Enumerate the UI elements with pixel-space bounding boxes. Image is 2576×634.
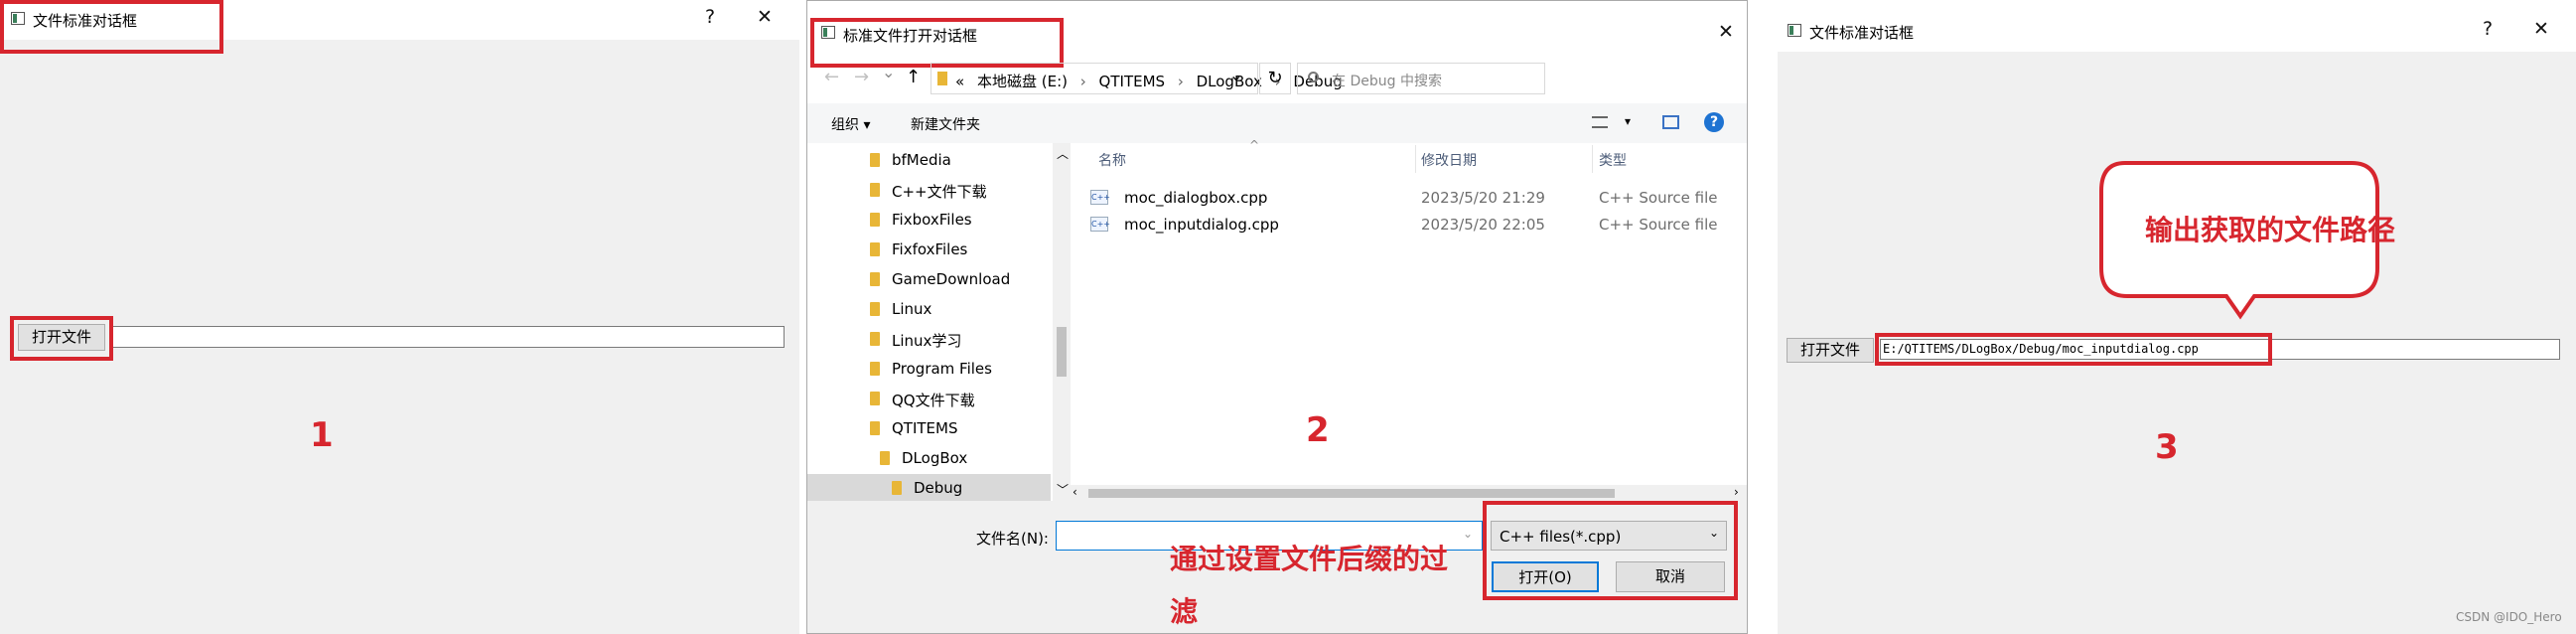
nav-item-bfmedia[interactable]: bfMedia [892,151,951,169]
scroll-right-icon[interactable]: › [1734,485,1739,499]
scroll-up-icon[interactable]: ︿ [1057,145,1069,162]
file-name[interactable]: moc_inputdialog.cpp [1124,216,1279,234]
column-divider [1592,145,1593,173]
nav-item-qq-downloads[interactable]: QQ文件下载 [892,390,975,410]
title-highlight-box [810,18,1064,68]
folder-icon [937,72,947,85]
search-placeholder: 在 Debug 中搜索 [1332,74,1442,89]
forward-button[interactable]: → [854,67,869,87]
file-date: 2023/5/20 21:29 [1421,189,1545,207]
file-list-hscrollbar[interactable]: ‹ › [1071,485,1747,501]
step-number-3: 3 [2155,427,2179,467]
panel3-titlebar: 文件标准对话框 ? ✕ [1778,0,2576,52]
folder-icon [870,183,880,197]
folder-icon [880,451,890,465]
search-icon [1308,72,1319,82]
nav-item-debug[interactable]: Debug [914,479,962,497]
title-highlight-box [0,0,223,54]
file-type: C++ Source file [1599,189,1718,207]
scrollbar-thumb[interactable] [1057,327,1067,377]
nav-pane-scrollbar[interactable]: ︿ ﹀ [1053,143,1071,501]
nav-item-program-files[interactable]: Program Files [892,360,992,378]
close-button[interactable]: ✕ [750,6,780,28]
panel1-window: 文件标准对话框 ? ✕ 打开文件 1 [0,0,799,634]
folder-icon [870,272,880,286]
navigation-pane[interactable]: bfMedia C++文件下载 FixboxFiles FixfoxFiles … [807,143,1071,501]
cpp-file-icon: C++ [1090,190,1110,205]
step-number-1: 1 [310,415,334,455]
help-icon[interactable]: ? [1704,112,1724,132]
new-folder-button[interactable]: 新建文件夹 [911,114,980,134]
folder-icon [892,481,902,495]
filename-dropdown-icon[interactable]: ⌄ [1463,527,1473,541]
folder-icon [870,302,880,316]
filter-highlight-box [1483,501,1738,600]
callout-text: 输出获取的文件路径 [2145,214,2396,246]
breadcrumb-drive[interactable]: 本地磁盘 (E:) [977,73,1068,90]
breadcrumb-overflow[interactable]: « [955,73,964,90]
file-date: 2023/5/20 22:05 [1421,216,1545,234]
toolbar: 组织 ▾ 新建文件夹 ▾ ? [807,103,1747,143]
step-number-2: 2 [1306,410,1330,450]
folder-icon [870,392,880,405]
scroll-left-icon[interactable]: ‹ [1073,485,1077,499]
watermark: CSDN @IDO_Hero [2456,610,2562,624]
panel3-title: 文件标准对话框 [1809,24,1915,42]
address-dropdown-icon[interactable]: ⌄ [1229,66,1242,84]
nav-item-fixboxfiles[interactable]: FixboxFiles [892,211,972,229]
app-window-icon [1788,24,1801,37]
refresh-button[interactable]: ↻ [1259,63,1291,94]
folder-icon [870,153,880,167]
sort-indicator-icon: ^ [1249,138,1260,152]
cpp-file-icon: C++ [1090,217,1110,232]
column-type[interactable]: 类型 [1599,150,1627,170]
back-button[interactable]: ← [824,67,839,87]
annotation-filter-line1: 通过设置文件后缀的过 [1170,543,1449,575]
column-date[interactable]: 修改日期 [1421,150,1477,170]
scroll-down-icon[interactable]: ﹀ [1057,481,1069,498]
breadcrumb-separator: › [1079,73,1086,90]
view-dropdown-arrow[interactable]: ▾ [1625,114,1631,128]
file-type: C++ Source file [1599,216,1718,234]
search-box[interactable]: 在 Debug 中搜索 [1297,63,1545,94]
file-path-input[interactable] [112,326,785,348]
up-button[interactable]: ↑ [906,67,921,87]
folder-icon [870,332,880,346]
close-button[interactable]: ✕ [2526,18,2556,40]
address-bar[interactable]: « 本地磁盘 (E:) › QTITEMS › DLogBox › Debug … [930,63,1343,94]
annotation-filter-line2: 滤 [1170,595,1199,628]
nav-item-dlogbox[interactable]: DLogBox [902,449,967,467]
panel2-window: 标准文件打开对话框 ✕ ← → ⌄ ↑ « 本地磁盘 (E:) › QTITEM… [806,0,1748,634]
close-button[interactable]: ✕ [1711,21,1741,43]
nav-item-qtitems[interactable]: QTITEMS [892,419,958,437]
column-divider [1415,145,1416,173]
help-button[interactable]: ? [695,6,725,28]
nav-item-cpp-downloads[interactable]: C++文件下载 [892,181,987,202]
nav-item-fixfoxfiles[interactable]: FixfoxFiles [892,240,967,258]
folder-icon [870,421,880,435]
column-name[interactable]: 名称 [1098,150,1126,170]
file-name[interactable]: moc_dialogbox.cpp [1124,189,1267,207]
open-button-highlight-box [10,316,113,361]
folder-icon [870,213,880,227]
organize-menu[interactable]: 组织 ▾ [831,114,870,134]
open-file-button[interactable]: 打开文件 [1787,338,1874,363]
nav-item-linux-study[interactable]: Linux学习 [892,330,961,351]
folder-icon [870,242,880,256]
recent-locations-button[interactable]: ⌄ [882,63,895,81]
nav-item-linux[interactable]: Linux [892,300,931,318]
path-highlight-box [1875,333,2272,366]
folder-icon [870,362,880,376]
breadcrumb-separator: › [1177,73,1184,90]
filename-label: 文件名(N): [976,530,1049,548]
breadcrumb-qtitems[interactable]: QTITEMS [1099,73,1166,90]
view-options-icon[interactable] [1592,116,1608,128]
panel3-window: 文件标准对话框 ? ✕ 输出获取的文件路径 打开文件 E:/QTITEMS/DL… [1778,0,2576,634]
nav-item-gamedownload[interactable]: GameDownload [892,270,1010,288]
help-button[interactable]: ? [2473,18,2503,40]
scrollbar-thumb[interactable] [1088,489,1615,498]
preview-pane-icon[interactable] [1662,115,1679,129]
